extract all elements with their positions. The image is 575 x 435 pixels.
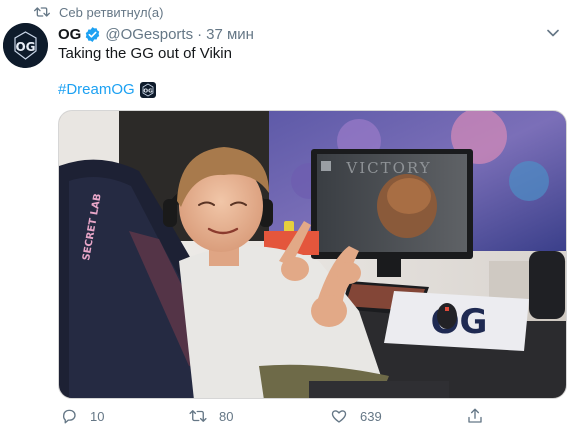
retweet-icon <box>34 7 50 17</box>
photo-illustration: VICTORY OG SECRET LAB <box>59 111 566 398</box>
reply-icon <box>62 409 76 424</box>
reply-button[interactable]: 10 <box>60 404 104 428</box>
author-handle[interactable]: @OGesports <box>105 26 193 43</box>
retweet-banner-text: Ceb ретвитнул(а) <box>59 4 164 20</box>
chevron-down-icon[interactable] <box>547 28 559 38</box>
like-count: 639 <box>360 408 382 424</box>
og-hashflag-icon: OG <box>139 81 156 98</box>
retweet-banner[interactable]: Ceb ретвитнул(а) <box>34 4 163 20</box>
heart-icon <box>331 410 347 423</box>
avatar-text: OG <box>15 40 35 54</box>
monitor-victory-text: VICTORY <box>345 159 431 177</box>
tweet-text: Taking the GG out of Vikin <box>58 45 232 62</box>
hashtag-link[interactable]: #DreamOG <box>58 81 135 98</box>
tweet-media-photo[interactable]: VICTORY OG SECRET LAB <box>58 110 567 399</box>
separator-dot: · <box>197 25 203 43</box>
tweet-header: OG @OGesports · 37 мин <box>58 24 565 44</box>
share-button[interactable] <box>466 404 484 428</box>
svg-text:OG: OG <box>143 88 153 94</box>
retweet-button[interactable]: 80 <box>189 404 233 428</box>
share-icon <box>468 408 482 423</box>
og-logo: OG <box>3 23 48 68</box>
tweet-actions: 10 80 639 <box>58 404 558 428</box>
avatar[interactable]: OG <box>3 23 48 68</box>
reply-count: 10 <box>90 408 105 424</box>
like-button[interactable]: 639 <box>330 404 382 428</box>
tweet-timestamp[interactable]: 37 мин <box>206 26 254 43</box>
verified-badge-icon <box>86 26 100 42</box>
hashtag-row: #DreamOG OG <box>58 81 156 98</box>
author-name[interactable]: OG <box>58 26 81 43</box>
retweet-count: 80 <box>219 408 234 424</box>
retweet-icon <box>189 410 207 422</box>
